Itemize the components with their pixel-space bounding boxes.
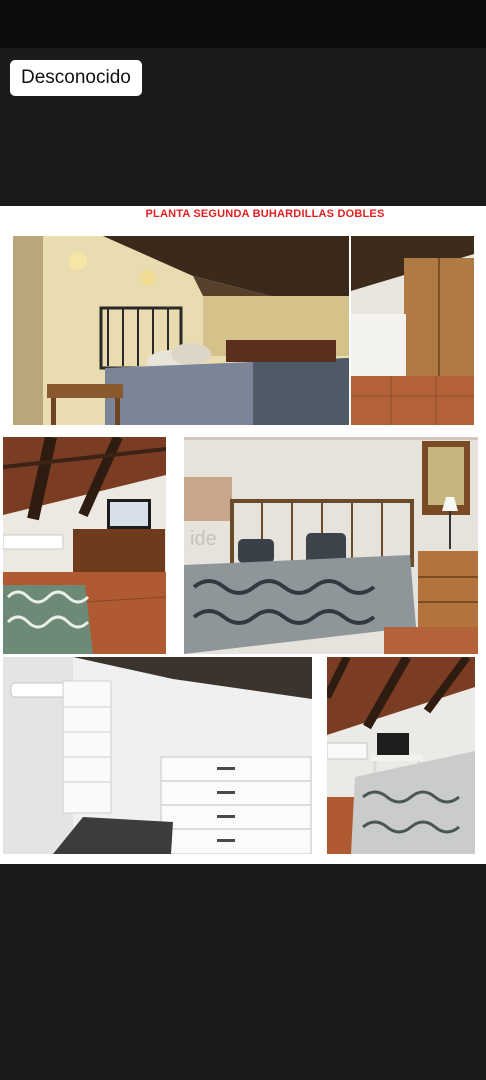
photo-bedroom-wall-lamps: [13, 236, 349, 425]
footer-area: [0, 864, 486, 1080]
top-status-area: [0, 0, 486, 48]
photo-wardrobe-corner: [351, 236, 474, 425]
photo-double-bed-nightstand: ide: [184, 437, 478, 654]
status-badge[interactable]: Desconocido: [10, 60, 142, 96]
photo-attic-tv-dresser: [3, 437, 166, 654]
listing-image[interactable]: PLANTA SEGUNDA BUHARDILLAS DOBLES ide: [0, 206, 486, 864]
watermark-text: ide: [190, 528, 217, 550]
document-title: PLANTA SEGUNDA BUHARDILLAS DOBLES: [145, 208, 385, 220]
photo-attic-bed-desk: [327, 657, 475, 854]
photo-closet-white-drawers: [3, 657, 312, 854]
